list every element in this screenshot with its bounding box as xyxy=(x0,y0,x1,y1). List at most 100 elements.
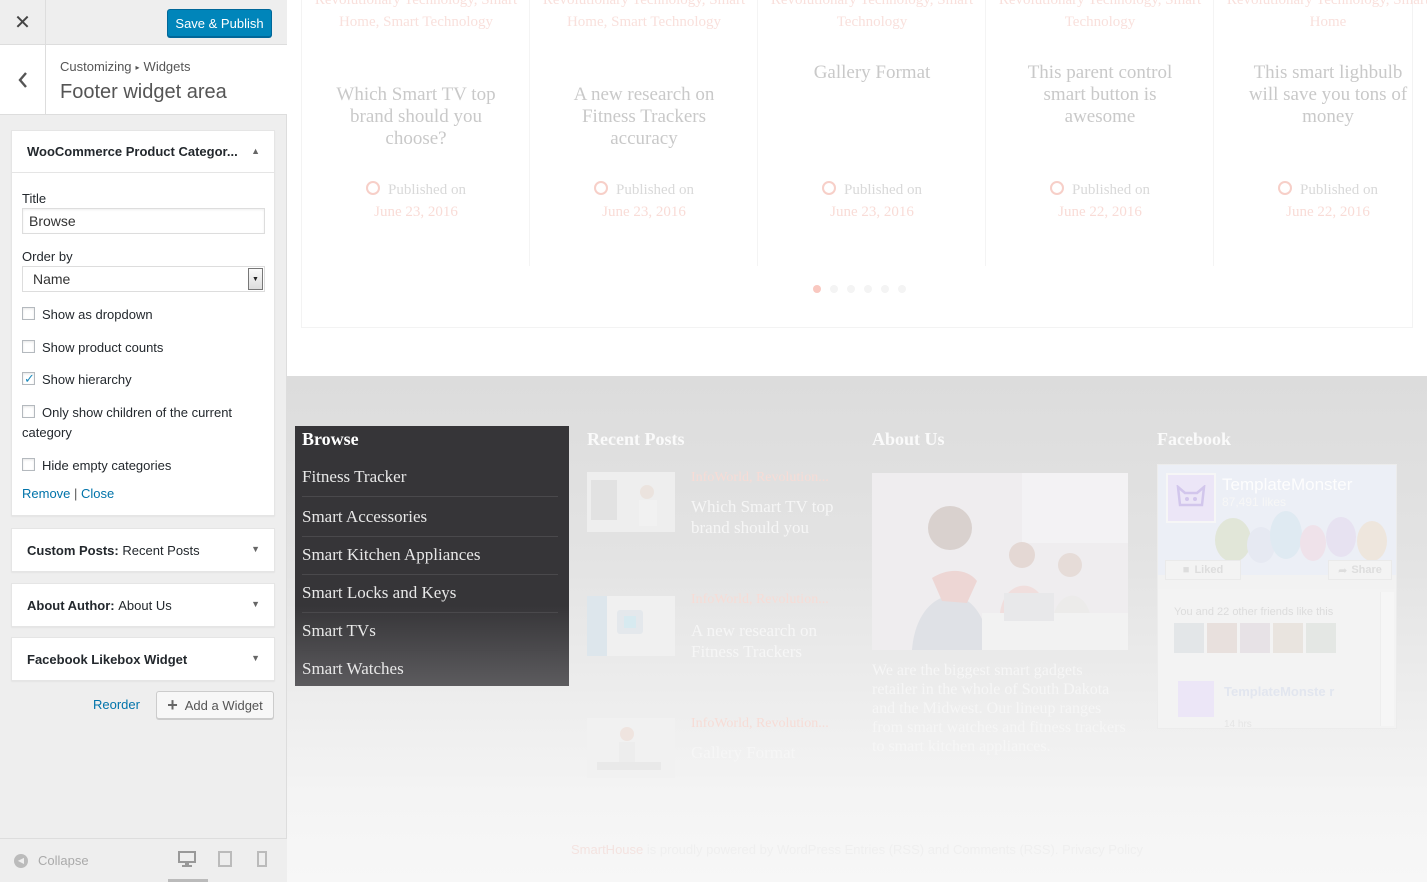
post-categories[interactable]: InfoWorld, Revolution... xyxy=(691,716,829,732)
breadcrumb-current: Widgets xyxy=(143,59,191,74)
post-title[interactable]: This parent control smart button is awes… xyxy=(1010,62,1190,128)
avatar[interactable] xyxy=(1207,623,1237,653)
post-thumbnail[interactable] xyxy=(587,596,675,656)
post-date[interactable]: June 23, 2016 xyxy=(302,204,530,221)
checkbox[interactable] xyxy=(22,307,35,320)
widget-header[interactable]: About Author: About Us ▼ xyxy=(12,584,274,626)
title-input[interactable] xyxy=(22,208,265,234)
facebook-page-name[interactable]: TemplateMonster xyxy=(1222,475,1352,495)
option-show-hierarchy[interactable]: Show hierarchy xyxy=(22,369,262,390)
desktop-preview-icon[interactable] xyxy=(178,851,198,869)
widget-facebook-likebox[interactable]: Facebook Likebox Widget ▼ xyxy=(11,637,275,681)
dropdown-arrow-icon[interactable]: ▼ xyxy=(248,268,263,290)
carousel-dot-active[interactable] xyxy=(813,285,821,293)
option-only-children[interactable]: Only show children of the current catego… xyxy=(22,403,262,443)
post-title[interactable]: A new research on Fitness Trackers accur… xyxy=(554,84,734,150)
avatar[interactable] xyxy=(1306,623,1336,653)
save-publish-button[interactable]: Save & Publish xyxy=(167,9,272,37)
post-thumbnail[interactable] xyxy=(587,718,675,778)
section-title: Footer widget area xyxy=(60,81,227,103)
option-hide-empty[interactable]: Hide empty categories xyxy=(22,456,262,476)
category-link[interactable]: Smart Kitchen Appliances xyxy=(302,545,558,575)
widget-header[interactable]: Custom Posts: Recent Posts ▼ xyxy=(12,529,274,571)
widget-header[interactable]: WooCommerce Product Categor... ▲ xyxy=(12,131,274,173)
browse-widget[interactable]: Browse Fitness Tracker Smart Accessories… xyxy=(295,426,569,686)
carousel-dot[interactable] xyxy=(898,285,906,293)
post-card[interactable]: Revolutionary Technology, Smart Home Thi… xyxy=(1214,0,1427,266)
close-customizer-button[interactable]: ✕ xyxy=(0,0,46,45)
carousel-dot[interactable] xyxy=(830,285,838,293)
category-link[interactable]: Smart TVs xyxy=(302,621,558,651)
checkbox-checked[interactable] xyxy=(22,369,35,389)
tablet-preview-icon[interactable] xyxy=(218,851,238,869)
post-categories[interactable]: Revolutionary Technology, Smart Home, Sm… xyxy=(530,0,758,33)
widget-recent-posts[interactable]: Custom Posts: Recent Posts ▼ xyxy=(11,528,275,572)
post-thumbnail[interactable] xyxy=(587,472,675,532)
facebook-scrollbar[interactable] xyxy=(1380,592,1394,726)
close-link[interactable]: Close xyxy=(81,486,114,501)
post-title[interactable]: Which Smart TV top brand should you choo… xyxy=(326,84,506,150)
post-title[interactable]: Gallery Format xyxy=(782,62,962,84)
orderby-select[interactable]: Name ▼ xyxy=(22,266,265,292)
option-show-counts[interactable]: Show product counts xyxy=(22,338,262,358)
post-date[interactable]: June 23, 2016 xyxy=(530,204,758,221)
share-icon: ➦ xyxy=(1338,564,1348,577)
templatemonster-avatar-icon[interactable] xyxy=(1178,681,1214,717)
post-date[interactable]: June 22, 2016 xyxy=(986,204,1214,221)
post-categories[interactable]: Revolutionary Technology, Smart Home, Sm… xyxy=(302,0,530,33)
post-card[interactable]: Revolutionary Technology, Smart Home, Sm… xyxy=(530,0,758,266)
back-button[interactable] xyxy=(0,45,46,115)
option-show-dropdown[interactable]: Show as dropdown xyxy=(22,305,262,325)
post-date[interactable]: June 22, 2016 xyxy=(1214,204,1427,221)
expand-arrow-icon[interactable]: ▼ xyxy=(251,599,260,609)
carousel-dot[interactable] xyxy=(847,285,855,293)
category-link[interactable]: Fitness Tracker xyxy=(302,467,558,497)
post-card[interactable]: Revolutionary Technology, Smart Technolo… xyxy=(758,0,986,266)
carousel-dot[interactable] xyxy=(881,285,889,293)
facebook-share-button[interactable]: ➦ Share xyxy=(1328,560,1392,580)
post-published: Published on xyxy=(302,181,530,199)
facebook-title: Facebook xyxy=(1157,429,1231,449)
post-date[interactable]: June 23, 2016 xyxy=(758,204,986,221)
category-link[interactable]: Smart Locks and Keys xyxy=(302,583,558,613)
avatar[interactable] xyxy=(1174,623,1204,653)
checkbox[interactable] xyxy=(22,340,35,353)
clock-icon xyxy=(1278,181,1293,195)
post-categories[interactable]: InfoWorld, Revolution... xyxy=(691,592,829,608)
add-widget-button[interactable]: + Add a Widget xyxy=(156,691,274,719)
remove-link[interactable]: Remove xyxy=(22,486,70,501)
facebook-cover[interactable]: TemplateMonster 87,491 likes ■ Liked ➦ Sha… xyxy=(1158,465,1396,589)
expand-arrow-icon[interactable]: ▼ xyxy=(251,544,260,554)
widget-about-us[interactable]: About Author: About Us ▼ xyxy=(11,583,275,627)
facebook-post-author[interactable]: TemplateMonste r xyxy=(1224,683,1344,700)
avatar[interactable] xyxy=(1273,623,1303,653)
avatar[interactable] xyxy=(1240,623,1270,653)
post-categories[interactable]: Revolutionary Technology, Smart Technolo… xyxy=(758,0,986,33)
post-categories[interactable]: Revolutionary Technology, Smart Technolo… xyxy=(986,0,1214,33)
expand-arrow-icon[interactable]: ▼ xyxy=(251,653,260,663)
widget-header[interactable]: Facebook Likebox Widget ▼ xyxy=(12,638,274,680)
checkbox[interactable] xyxy=(22,458,35,471)
reorder-link[interactable]: Reorder xyxy=(93,697,140,712)
post-categories[interactable]: InfoWorld, Revolution... xyxy=(691,470,829,486)
site-brand-link[interactable]: SmartHouse xyxy=(571,842,643,857)
post-card[interactable]: Revolutionary Technology, Smart Home, Sm… xyxy=(302,0,530,266)
post-categories[interactable]: Revolutionary Technology, Smart Home xyxy=(1214,0,1427,33)
title-label: Title xyxy=(22,191,47,206)
about-us-title: About Us xyxy=(872,429,945,449)
collapse-button[interactable]: ◀ Collapse xyxy=(14,853,89,868)
checkbox[interactable] xyxy=(22,405,35,418)
collapse-arrow-icon[interactable]: ▲ xyxy=(251,146,260,156)
post-card[interactable]: Revolutionary Technology, Smart Technolo… xyxy=(986,0,1214,266)
post-title[interactable]: Gallery Format xyxy=(691,742,851,763)
post-title[interactable]: This smart lighbulb will save you tons o… xyxy=(1238,62,1418,128)
collapse-arrow-icon: ◀ xyxy=(14,853,28,868)
category-link[interactable]: Smart Accessories xyxy=(302,507,558,537)
post-title[interactable]: A new research on Fitness Trackers xyxy=(691,620,851,662)
category-link[interactable]: Smart Watches xyxy=(302,659,558,688)
post-title[interactable]: Which Smart TV top brand should you xyxy=(691,496,851,538)
facebook-liked-button[interactable]: ■ Liked xyxy=(1165,560,1241,580)
add-widget-label: Add a Widget xyxy=(184,697,263,713)
mobile-preview-icon[interactable] xyxy=(257,851,277,869)
carousel-dot[interactable] xyxy=(864,285,872,293)
